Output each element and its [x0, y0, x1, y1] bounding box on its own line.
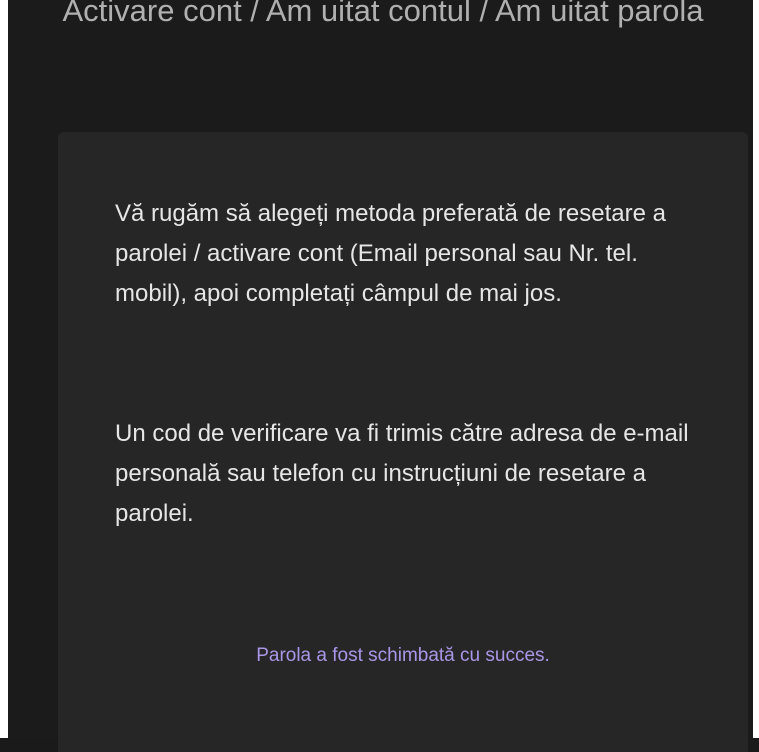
page-container: Activare cont / Am uitat contul / Am uit…: [8, 0, 753, 752]
success-status-message: Parola a fost schimbată cu succes.: [256, 645, 550, 666]
reset-method-instruction: Vă rugăm să alegeți metoda preferată de …: [115, 200, 666, 307]
reset-info-card: Vă rugăm să alegeți metoda preferată de …: [58, 132, 748, 752]
left-border: [0, 0, 8, 738]
page-title: Activare cont / Am uitat contul / Am uit…: [62, 0, 704, 28]
verification-code-instruction: Un cod de verificare va fi trimis către …: [115, 420, 689, 527]
right-border: [753, 0, 759, 738]
